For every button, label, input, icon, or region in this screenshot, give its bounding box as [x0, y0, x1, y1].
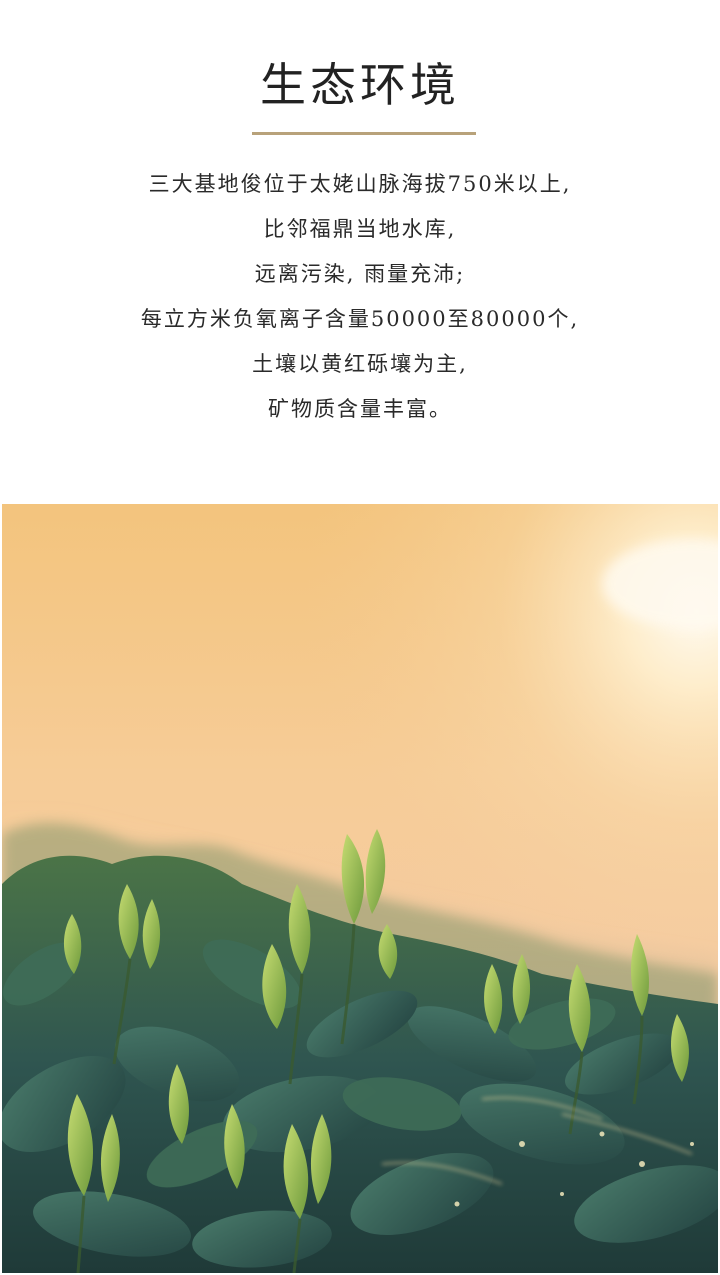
body-line: 比邻福鼎当地水库,: [263, 217, 457, 241]
section-body: 三大基地俊位于太姥山脉海拔750米以上, 比邻福鼎当地水库, 远离污染, 雨量充…: [0, 162, 720, 432]
body-line: 远离污染, 雨量充沛;: [254, 262, 466, 286]
tea-garden-photo: [2, 504, 718, 1273]
tea-garden-illustration: [2, 504, 718, 1273]
body-line: 三大基地俊位于太姥山脉海拔750米以上,: [148, 172, 572, 196]
title-underline: [252, 132, 476, 135]
body-line: 土壤以黄红砾壤为主,: [252, 352, 468, 376]
body-line: 每立方米负氧离子含量50000至80000个,: [140, 307, 580, 331]
body-line: 矿物质含量丰富。: [268, 397, 452, 421]
intro-text-section: 生态环境 三大基地俊位于太姥山脉海拔750米以上, 比邻福鼎当地水库, 远离污染…: [0, 0, 720, 504]
section-title: 生态环境: [260, 58, 460, 112]
